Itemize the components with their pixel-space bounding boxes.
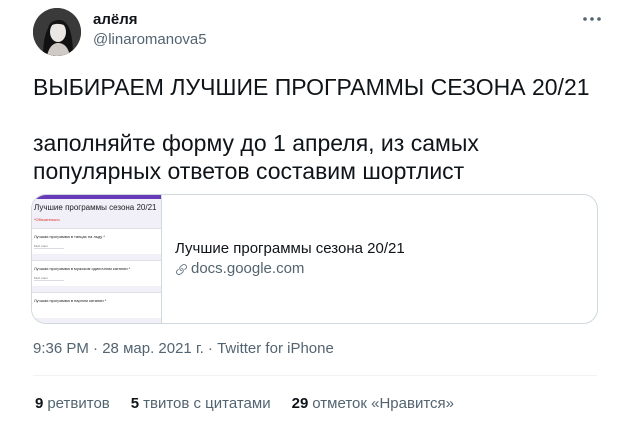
link-card-domain-text: docs.google.com bbox=[191, 260, 305, 277]
tweet-text: ВЫБИРАЕМ ЛУЧШИЕ ПРОГРАММЫ СЕЗОНА 20/21 з… bbox=[33, 73, 593, 185]
retweets-label: ретвитов bbox=[47, 395, 110, 412]
tweet-stats: 9 ретвитов 5 твитов с цитатами 29 отметок «… bbox=[35, 395, 454, 412]
form-title: Лучшие программы сезона 20/21 bbox=[34, 203, 157, 212]
divider bbox=[33, 375, 597, 376]
form-required-note: *Обязательно bbox=[34, 217, 60, 222]
likes-label: отметок «Нравится» bbox=[312, 395, 454, 412]
tweet: алёля @linaromanova5 ВЫБИРАЕМ ЛУЧШИЕ ПРО… bbox=[0, 0, 619, 426]
form-field: Лучшая программа в танцах на льду * Мой … bbox=[32, 228, 161, 254]
quotes-count: 5 bbox=[130, 395, 140, 412]
form-answer: Мой ответ bbox=[34, 276, 64, 281]
tweet-text-line: популярных ответов составим шортлист bbox=[33, 158, 465, 184]
quotes-label: твитов с цитатами bbox=[143, 395, 271, 412]
meta-separator: · bbox=[93, 340, 99, 357]
tweet-source[interactable]: Twitter for iPhone bbox=[217, 340, 334, 357]
link-card-body: Лучшие программы сезона 20/21 docs.googl… bbox=[162, 195, 405, 323]
form-question: Лучшая программа в танцах на льду * bbox=[34, 234, 105, 239]
link-card-title: Лучшие программы сезона 20/21 bbox=[175, 240, 405, 257]
meta-separator: · bbox=[207, 340, 213, 357]
likes-count: 29 bbox=[291, 395, 309, 412]
user-avatar-icon bbox=[33, 8, 81, 56]
link-card-domain: docs.google.com bbox=[175, 259, 405, 279]
tweet-text-line: ВЫБИРАЕМ ЛУЧШИЕ ПРОГРАММЫ СЕЗОНА 20/21 bbox=[33, 74, 590, 100]
display-name[interactable]: алёля bbox=[93, 11, 138, 28]
link-preview-card[interactable]: Лучшие программы сезона 20/21 *Обязатель… bbox=[31, 194, 598, 324]
likes-stat[interactable]: 29 отметок «Нравится» bbox=[292, 395, 454, 412]
form-field: Лучшая программа в мужском одиночном кат… bbox=[32, 260, 161, 286]
more-horizontal-icon bbox=[583, 17, 601, 21]
form-header-bar bbox=[32, 195, 161, 199]
quotes-stat[interactable]: 5 твитов с цитатами bbox=[131, 395, 271, 412]
more-options-button[interactable] bbox=[575, 8, 609, 30]
link-icon bbox=[176, 263, 187, 275]
form-answer: Мой ответ bbox=[34, 244, 64, 249]
retweets-count: 9 bbox=[35, 395, 44, 412]
tweet-date[interactable]: 28 мар. 2021 г. bbox=[102, 340, 204, 357]
form-question: Лучшая программа в мужском одиночном кат… bbox=[34, 266, 131, 271]
link-card-thumbnail: Лучшие программы сезона 20/21 *Обязатель… bbox=[32, 195, 162, 323]
retweets-stat[interactable]: 9 ретвитов bbox=[35, 395, 110, 412]
form-question: Лучшая программа в парном катании * bbox=[34, 298, 107, 303]
form-field: Лучшая программа в парном катании * bbox=[32, 292, 161, 318]
tweet-time[interactable]: 9:36 PM bbox=[33, 340, 89, 357]
tweet-text-line: заполняйте форму до 1 апреля, из самых bbox=[33, 130, 479, 156]
tweet-meta: 9:36 PM · 28 мар. 2021 г. · Twitter for … bbox=[33, 340, 334, 357]
user-handle[interactable]: @linaromanova5 bbox=[93, 31, 207, 48]
avatar[interactable] bbox=[33, 8, 81, 56]
